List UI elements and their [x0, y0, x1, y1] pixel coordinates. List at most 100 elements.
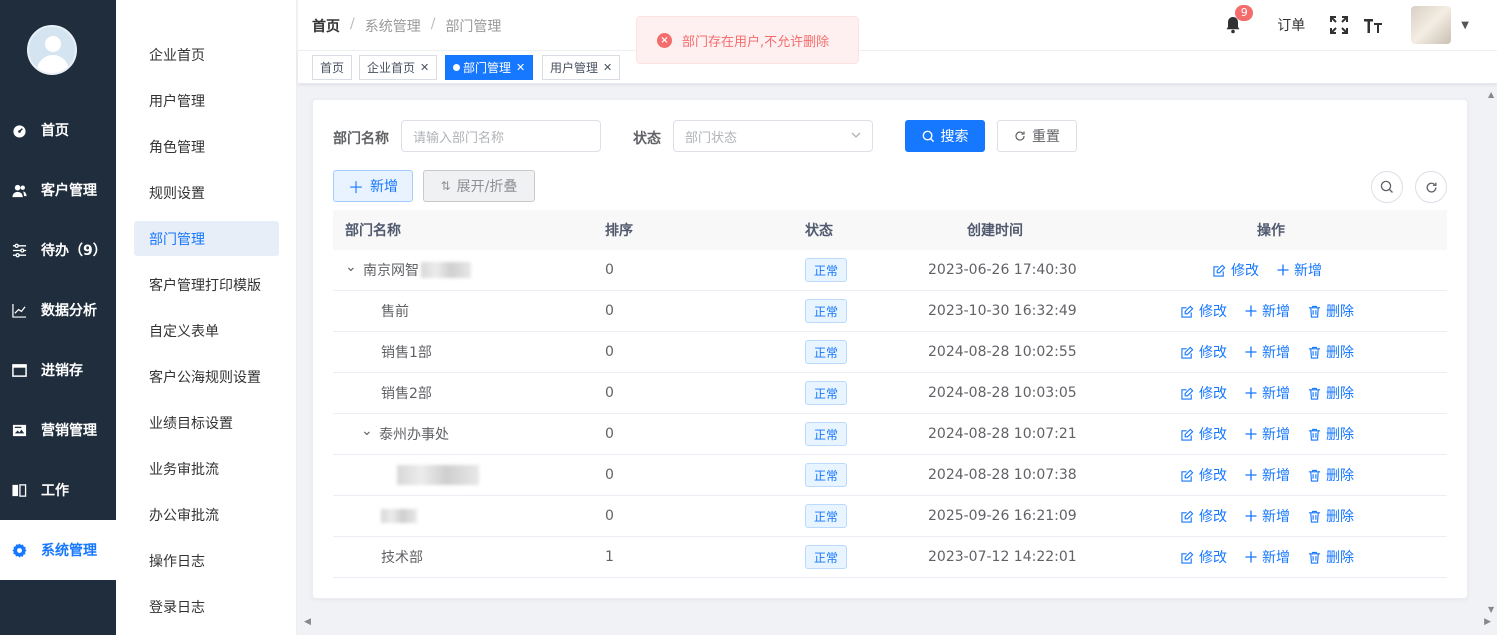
delete-button[interactable]: 删除 — [1308, 383, 1354, 403]
delete-button[interactable]: 删除 — [1308, 506, 1354, 526]
trash-icon — [1308, 305, 1321, 318]
horizontal-scrollbar[interactable]: ◀ ▶ — [298, 614, 1497, 635]
op-label: 新增 — [1262, 468, 1290, 484]
nav-item-4[interactable]: 进销存 — [0, 340, 116, 400]
trash-icon — [1308, 387, 1321, 400]
add-child-button[interactable]: 新增 — [1245, 465, 1290, 485]
add-child-button[interactable]: 新增 — [1245, 383, 1290, 403]
breadcrumb-home[interactable]: 首页 — [312, 16, 340, 36]
nav-item-7[interactable]: 系统管理 — [0, 520, 116, 580]
nav-item-1[interactable]: 客户管理 — [0, 160, 116, 220]
add-child-button[interactable]: 新增 — [1245, 547, 1290, 567]
edit-button[interactable]: 修改 — [1181, 547, 1227, 567]
edit-button[interactable]: 修改 — [1181, 465, 1227, 485]
order-link[interactable]: 订单 — [1277, 15, 1305, 35]
add-button[interactable]: ＋ 新增 — [333, 170, 413, 202]
bell-icon[interactable]: 9 — [1223, 5, 1254, 35]
submenu-item-11[interactable]: 操作日志 — [134, 543, 279, 578]
status-badge: 正常 — [805, 381, 848, 405]
refresh-icon — [1015, 131, 1025, 141]
created-time: 2024-08-28 10:02:55 — [928, 344, 1077, 360]
tag-label: 首页 — [320, 61, 345, 75]
font-size-icon[interactable] — [1363, 15, 1383, 35]
chevron-down-icon[interactable]: ⌄ — [345, 259, 357, 275]
submenu-item-7[interactable]: 客户公海规则设置 — [134, 359, 279, 394]
scroll-left-icon[interactable]: ◀ — [304, 617, 311, 627]
submenu-item-1[interactable]: 用户管理 — [134, 83, 279, 118]
submenu-item-2[interactable]: 角色管理 — [134, 129, 279, 164]
edit-button[interactable]: 修改 — [1181, 342, 1227, 362]
delete-button[interactable]: 删除 — [1308, 424, 1354, 444]
edit-button[interactable]: 修改 — [1181, 301, 1227, 321]
refresh-table-button[interactable] — [1415, 171, 1447, 203]
add-child-button[interactable]: 新增 — [1245, 342, 1290, 362]
nav-item-0[interactable]: 首页 — [0, 100, 116, 160]
edit-button[interactable]: 修改 — [1181, 383, 1227, 403]
tag-1[interactable]: 企业首页 ✕ — [359, 55, 438, 80]
chevron-down-icon — [850, 129, 862, 145]
edit-button[interactable]: 修改 — [1213, 260, 1259, 280]
nav-item-label: 系统管理 — [41, 543, 97, 559]
add-child-button[interactable]: 新增 — [1245, 424, 1290, 444]
tag-2[interactable]: 部门管理 ✕ — [445, 55, 534, 80]
delete-button[interactable]: 删除 — [1308, 342, 1354, 362]
toggle-search-button[interactable] — [1371, 171, 1403, 203]
op-label: 删除 — [1326, 509, 1354, 525]
chevron-down-icon[interactable]: ⌄ — [361, 423, 373, 439]
scroll-down-icon[interactable]: ▼ — [1488, 605, 1494, 614]
submenu-item-3[interactable]: 规则设置 — [134, 175, 279, 210]
tag-3[interactable]: 用户管理 ✕ — [542, 55, 621, 80]
scroll-right-icon[interactable]: ▶ — [1484, 617, 1491, 627]
expand-collapse-button[interactable]: ⇅ 展开/折叠 — [423, 170, 535, 202]
table-row: 技术部 1 正常 2023-07-12 14:22:01 修改 新增 删除 — [333, 537, 1447, 578]
nav-item-label: 待办（9） — [41, 243, 107, 259]
nav-item-3[interactable]: 数据分析 — [0, 280, 116, 340]
close-icon[interactable]: ✕ — [516, 61, 525, 74]
vertical-scrollbar[interactable]: ▲ ▼ — [1487, 84, 1497, 614]
scroll-up-icon[interactable]: ▲ — [1488, 90, 1494, 99]
submenu-item-0[interactable]: 企业首页 — [134, 37, 279, 72]
status-label: 状态 — [633, 131, 661, 147]
submenu-item-8[interactable]: 业绩目标设置 — [134, 405, 279, 440]
created-time: 2023-06-26 17:40:30 — [928, 262, 1077, 278]
submenu-item-4[interactable]: 部门管理 — [134, 221, 279, 256]
nav-item-5[interactable]: 营销管理 — [0, 400, 116, 460]
column-header-0: 部门名称 — [345, 223, 401, 239]
close-icon[interactable]: ✕ — [420, 61, 429, 74]
delete-button[interactable]: 删除 — [1308, 301, 1354, 321]
delete-button[interactable]: 删除 — [1308, 547, 1354, 567]
tag-label: 企业首页 — [367, 61, 416, 75]
tag-0[interactable]: 首页 — [312, 55, 353, 80]
status-select[interactable]: 部门状态 — [673, 120, 873, 152]
plus-icon — [1245, 551, 1257, 563]
add-child-button[interactable]: 新增 — [1245, 301, 1290, 321]
dept-name-input[interactable]: 请输入部门名称 — [401, 120, 601, 152]
close-icon[interactable]: ✕ — [603, 61, 612, 74]
submenu-item-10[interactable]: 办公审批流 — [134, 497, 279, 532]
op-label: 新增 — [1294, 263, 1322, 279]
user-avatar-icon[interactable] — [27, 25, 77, 75]
status-badge: 正常 — [805, 504, 848, 528]
sort-value: 1 — [605, 549, 614, 565]
dept-name: 销售2部 — [381, 386, 432, 402]
edit-icon — [1181, 551, 1194, 564]
edit-button[interactable]: 修改 — [1181, 424, 1227, 444]
delete-button[interactable]: 删除 — [1308, 465, 1354, 485]
reset-button[interactable]: 重置 — [997, 120, 1077, 152]
fullscreen-icon[interactable] — [1329, 15, 1349, 35]
submenu-item-12[interactable]: 登录日志 — [134, 589, 279, 624]
add-child-button[interactable]: 新增 — [1245, 506, 1290, 526]
search-button[interactable]: 搜索 — [905, 120, 985, 152]
op-label: 删除 — [1326, 345, 1354, 361]
add-child-button[interactable]: 新增 — [1277, 260, 1322, 280]
chevron-down-icon[interactable]: ▼ — [1461, 20, 1469, 31]
nav-item-6[interactable]: 工作 — [0, 460, 116, 520]
sort-value: 0 — [605, 508, 614, 524]
table-row: 售前 0 正常 2023-10-30 16:32:49 修改 新增 删除 — [333, 291, 1447, 332]
nav-item-2[interactable]: 待办（9） — [0, 220, 116, 280]
submenu-item-5[interactable]: 客户管理打印模版 — [134, 267, 279, 302]
submenu-item-6[interactable]: 自定义表单 — [134, 313, 279, 348]
edit-button[interactable]: 修改 — [1181, 506, 1227, 526]
header-avatar[interactable] — [1411, 6, 1452, 44]
submenu-item-9[interactable]: 业务审批流 — [134, 451, 279, 486]
